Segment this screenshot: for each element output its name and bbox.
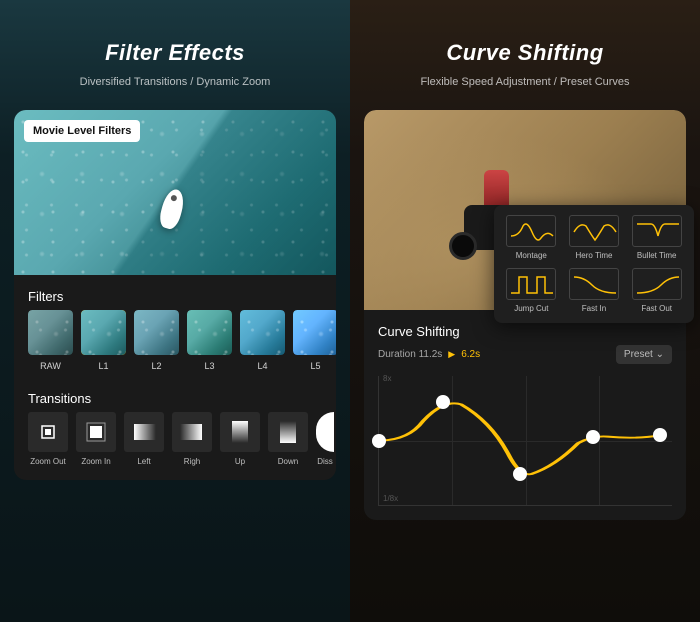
filter-l2[interactable]: L2 [134,310,179,371]
preset-montage[interactable]: Montage [504,215,559,260]
filter-preview: Movie Level Filters [14,110,336,275]
filter-l5[interactable]: L5 [293,310,336,371]
transition-dissolve[interactable]: Diss [316,412,334,466]
curve-point[interactable] [586,430,600,444]
filter-effects-panel: Filter Effects Diversified Transitions /… [0,0,350,622]
curve-presets-popover: Montage Hero Time Bullet Time Jump Cut F… [494,205,694,323]
movie-filters-badge: Movie Level Filters [24,120,140,142]
transition-up[interactable]: Up [220,412,260,466]
filters-card: Movie Level Filters Filters RAW L1 L2 L3… [14,110,336,480]
panel-subtitle: Flexible Speed Adjustment / Preset Curve… [350,76,700,88]
duration-row: Duration 11.2s ▶ 6.2s Preset ⌄ [364,343,686,372]
duration-to: 6.2s [461,349,480,360]
arrow-icon: ▶ [448,349,455,360]
preset-jump-cut[interactable]: Jump Cut [504,268,559,313]
filters-header: Filters [14,275,336,310]
preset-bullet-time[interactable]: Bullet Time [629,215,684,260]
preset-button[interactable]: Preset ⌄ [616,345,672,364]
curve-point[interactable] [436,395,450,409]
filter-raw[interactable]: RAW [28,310,73,371]
preset-fast-out[interactable]: Fast Out [629,268,684,313]
filter-l1[interactable]: L1 [81,310,126,371]
transition-zoom-out[interactable]: Zoom Out [28,412,68,466]
speed-curve-chart[interactable]: 8x 1/8x [378,376,672,506]
transitions-row: Zoom Out Zoom In Left Righ Up Down Diss [14,412,336,480]
transitions-header: Transitions [14,377,336,412]
duration-from: Duration 11.2s [378,349,442,360]
preset-hero-time[interactable]: Hero Time [567,215,622,260]
chevron-down-icon: ⌄ [656,349,664,360]
transition-zoom-in[interactable]: Zoom In [76,412,116,466]
panel-subtitle: Diversified Transitions / Dynamic Zoom [0,76,350,88]
curve-point[interactable] [653,428,667,442]
filter-l3[interactable]: L3 [187,310,232,371]
transition-left[interactable]: Left [124,412,164,466]
filter-l4[interactable]: L4 [240,310,285,371]
transition-down[interactable]: Down [268,412,308,466]
curve-point[interactable] [513,467,527,481]
curve-shifting-panel: Curve Shifting Flexible Speed Adjustment… [350,0,700,622]
filters-row: RAW L1 L2 L3 L4 L5 [14,310,336,377]
transition-right[interactable]: Righ [172,412,212,466]
panel-title: Curve Shifting [350,0,700,66]
preset-fast-in[interactable]: Fast In [567,268,622,313]
panel-title: Filter Effects [0,0,350,66]
curve-point[interactable] [372,434,386,448]
